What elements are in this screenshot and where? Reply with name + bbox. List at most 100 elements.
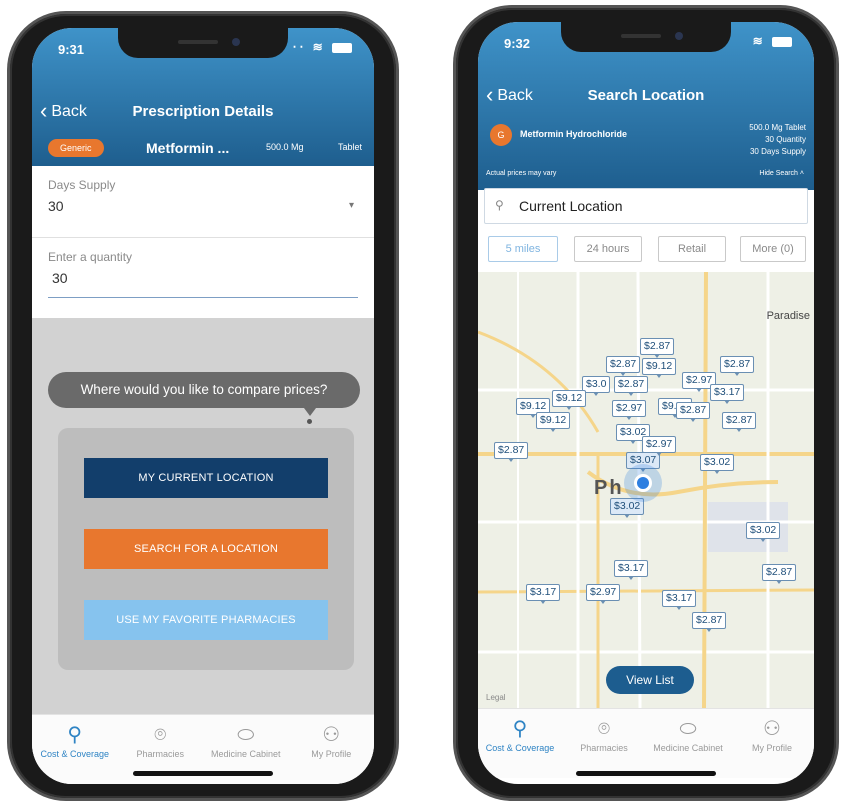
price-pin[interactable]: $2.87 xyxy=(614,376,649,396)
price-pin[interactable]: $3.07 xyxy=(626,452,661,472)
generic-badge: Generic xyxy=(48,139,104,157)
battery-icon xyxy=(332,42,352,53)
hide-search-label: Hide Search xyxy=(759,170,798,177)
tab-label: My Profile xyxy=(311,749,352,759)
tab-my-profile[interactable]: ⚇ My Profile xyxy=(289,715,375,784)
price-pin[interactable]: $2.97 xyxy=(612,400,647,420)
battery-icon xyxy=(772,36,792,47)
chevron-left-icon: ‹ xyxy=(40,98,48,123)
search-icon: ⚲ xyxy=(67,724,83,746)
compare-area: Where would you like to compare prices? … xyxy=(32,318,374,714)
price-pin[interactable]: $3.17 xyxy=(614,560,649,580)
price-pin[interactable]: $3.02 xyxy=(746,522,781,542)
tab-medicine-cabinet[interactable]: ⬭ Medicine Cabinet xyxy=(646,709,730,778)
drug-form: Tablet xyxy=(338,142,363,152)
search-input[interactable]: ⚲ Current Location xyxy=(484,188,808,224)
status-time: 9:31 xyxy=(58,42,85,57)
price-pin[interactable]: $9.12 xyxy=(642,358,677,378)
detail-line: 30 Days Supply xyxy=(749,147,806,156)
price-pin[interactable]: $2.87 xyxy=(692,612,727,632)
drug-details: 500.0 Mg Tablet 30 Quantity 30 Days Supp… xyxy=(749,122,806,158)
price-pin[interactable]: $2.87 xyxy=(762,564,797,584)
map[interactable]: Paradise Ph Legal $2.87 $2.87 $9.12 $2.87 $2… xyxy=(478,272,814,708)
price-pin[interactable]: $3.02 xyxy=(700,454,735,474)
filter-hours[interactable]: 24 hours xyxy=(574,236,642,262)
back-button[interactable]: ‹ Back xyxy=(486,82,533,108)
home-indicator xyxy=(576,771,716,776)
search-for-location-button[interactable]: SEARCH FOR A LOCATION xyxy=(84,529,328,569)
left-screen: 9:31 ⋅⋅ ≋ ‹ Back Prescription Details Gen… xyxy=(32,28,374,784)
my-current-location-button[interactable]: MY CURRENT LOCATION xyxy=(84,458,328,498)
status-time: 9:32 xyxy=(504,36,531,51)
right-phone: 9:32 ≋ ‹ Back Search Location G Metformin… xyxy=(456,8,836,798)
left-phone: 9:31 ⋅⋅ ≋ ‹ Back Prescription Details Gen… xyxy=(10,14,396,798)
person-icon: ⚇ xyxy=(763,718,781,740)
tab-label: Cost & Coverage xyxy=(40,749,110,759)
quantity-value: 30 xyxy=(52,270,68,286)
tab-cost-coverage[interactable]: ⚲ Cost & Coverage xyxy=(478,709,562,778)
price-pin[interactable]: $2.87 xyxy=(720,356,755,376)
tab-my-profile[interactable]: ⚇ My Profile xyxy=(730,709,814,778)
search-icon: ⚲ xyxy=(512,718,528,740)
drug-info: G Metformin Hydrochloride 500.0 Mg Table… xyxy=(478,118,814,188)
search-value: Current Location xyxy=(519,198,623,214)
map-label-paradise: Paradise xyxy=(766,310,810,322)
status-icons: ⋅⋅ ≋ xyxy=(293,40,352,54)
quantity-label: Enter a quantity xyxy=(48,250,133,264)
filter-bar: 5 miles 24 hours Retail More (0) xyxy=(478,228,814,272)
quantity-field[interactable]: Enter a quantity 30 xyxy=(48,250,358,298)
drug-dose: 500.0 Mg xyxy=(266,142,304,152)
price-pin[interactable]: $3.17 xyxy=(526,584,561,604)
filter-type[interactable]: Retail xyxy=(658,236,726,262)
maps-legal-mark: Legal xyxy=(486,693,506,702)
location-pin-icon: ⌾ xyxy=(154,724,167,746)
tab-label: Pharmacies xyxy=(136,749,185,759)
compare-tooltip: Where would you like to compare prices? xyxy=(48,372,360,408)
tab-bar: ⚲ Cost & Coverage ⌾ Pharmacies ⬭ Medicine C… xyxy=(478,708,814,778)
use-favorite-pharmacies-button[interactable]: USE MY FAVORITE PHARMACIES xyxy=(84,600,328,640)
tab-label: My Profile xyxy=(751,743,792,753)
back-label: Back xyxy=(51,103,87,120)
price-pin[interactable]: $2.97 xyxy=(586,584,621,604)
right-screen: 9:32 ≋ ‹ Back Search Location G Metformin… xyxy=(478,22,814,784)
price-pin[interactable]: $2.87 xyxy=(722,412,757,432)
tab-label: Medicine Cabinet xyxy=(653,743,723,753)
days-supply-label: Days Supply xyxy=(48,178,116,192)
map-label-city: Ph xyxy=(594,477,624,499)
filter-more[interactable]: More (0) xyxy=(740,236,806,262)
pill-icon: ⬭ xyxy=(237,724,255,746)
price-pin[interactable]: $3.17 xyxy=(710,384,745,404)
dropdown-arrow-icon: ▾ xyxy=(348,200,354,211)
price-pin[interactable]: $3.0 xyxy=(582,376,611,396)
notch xyxy=(118,28,288,58)
drug-badge: G xyxy=(490,124,512,146)
filter-distance[interactable]: 5 miles xyxy=(488,236,558,262)
days-supply-select[interactable]: Days Supply 30 ▾ xyxy=(32,178,374,238)
person-icon: ⚇ xyxy=(322,724,341,746)
price-pin[interactable]: $2.97 xyxy=(642,436,677,456)
price-pin[interactable]: $3.17 xyxy=(662,590,697,610)
price-pin[interactable]: $2.87 xyxy=(606,356,641,376)
tab-pharmacies[interactable]: ⌾ Pharmacies xyxy=(562,709,646,778)
price-pin[interactable]: $2.87 xyxy=(676,402,711,422)
detail-line: 500.0 Mg Tablet xyxy=(749,123,806,132)
back-button[interactable]: ‹ Back xyxy=(40,98,87,124)
price-pin[interactable]: $3.02 xyxy=(610,498,645,518)
price-pin[interactable]: $9.12 xyxy=(552,390,587,410)
form-area: Days Supply 30 ▾ Enter a quantity 30 xyxy=(32,166,374,318)
button-panel: MY CURRENT LOCATION SEARCH FOR A LOCATIO… xyxy=(58,428,354,670)
current-location-dot xyxy=(634,474,652,492)
price-pin[interactable]: $9.12 xyxy=(536,412,571,432)
drug-row: Generic Metformin ... 500.0 Mg Tablet xyxy=(32,134,374,166)
home-indicator xyxy=(133,771,273,776)
view-list-button[interactable]: View List xyxy=(606,666,694,694)
tab-cost-coverage[interactable]: ⚲ Cost & Coverage xyxy=(32,715,118,784)
price-pin[interactable]: $2.87 xyxy=(494,442,529,462)
location-pin-icon: ⌾ xyxy=(598,718,610,740)
drug-name: Metformin Hydrochloride xyxy=(520,129,628,139)
tab-label: Pharmacies xyxy=(580,743,628,753)
price-pin[interactable]: $2.87 xyxy=(640,338,675,358)
search-icon: ⚲ xyxy=(495,198,504,212)
hide-search-link[interactable]: Hide Search ˄ xyxy=(759,170,804,177)
status-icons: ≋ xyxy=(753,34,792,48)
